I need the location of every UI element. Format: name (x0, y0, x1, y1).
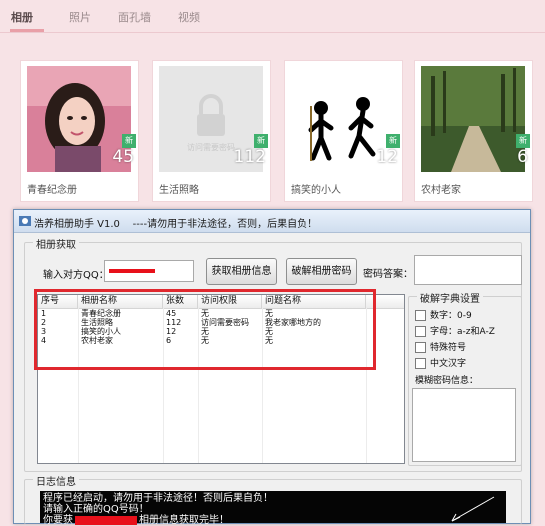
tab-face-wall[interactable]: 面孔墙 (118, 9, 151, 25)
new-badge: 新 (386, 134, 400, 148)
photo-count: 45 (112, 147, 134, 167)
app-window: 浩养相册助手 V1.0 ----请勿用于非法途径，否则，后果自负！ 相册获取 输… (13, 209, 531, 526)
answer-field[interactable] (414, 255, 522, 285)
log-line: 你要获 相册信息获取完毕！ (43, 515, 229, 526)
new-badge: 新 (122, 134, 136, 148)
album-name[interactable]: 搞笑的小人 (291, 181, 341, 196)
new-badge: 新 (516, 134, 530, 148)
photo-count: 6 (517, 147, 528, 167)
window-title: 浩养相册助手 V1.0 ----请勿用于非法途径，否则，后果自负！ (34, 219, 318, 230)
checkbox-box (415, 342, 426, 353)
album-name[interactable]: 生活照略 (159, 181, 199, 196)
app-icon (19, 216, 31, 226)
tab-videos[interactable]: 视频 (178, 9, 200, 25)
album-card-2[interactable]: 访问需要密码 新 112 生活照略 (152, 60, 271, 202)
album-name[interactable]: 青春纪念册 (27, 181, 77, 196)
highlight-annotation (34, 289, 376, 370)
group-label: 破解字典设置 (417, 290, 483, 305)
redaction-mark (109, 269, 155, 273)
active-tab-indicator (10, 29, 44, 32)
tab-albums[interactable]: 相册 (11, 9, 33, 25)
album-cover (421, 66, 525, 172)
album-card-1[interactable]: 新 45 青春纪念册 (20, 60, 139, 202)
qq-input[interactable] (104, 260, 194, 282)
fuzzy-label: 模糊密码信息： (415, 376, 479, 386)
album-tabs: 相册 照片 面孔墙 视频 (0, 0, 545, 33)
symbols-checkbox[interactable]: 特殊符号 (415, 340, 466, 353)
chinese-checkbox[interactable]: 中文汉字 (415, 356, 466, 369)
log-console[interactable]: 程序已经启动，请勿用于非法途径！否则后果自负！ 请输入正确的QQ号码！ 你要获相… (40, 491, 506, 526)
answer-label: 密码答案： (363, 269, 413, 280)
digits-checkbox[interactable]: 数字：0-9 (415, 308, 472, 321)
new-badge: 新 (254, 134, 268, 148)
photo-count: 112 (233, 147, 266, 167)
log-line: 程序已经启动，请勿用于非法途径！否则后果自负！ (43, 493, 273, 504)
qq-label: 输入对方QQ： (43, 270, 109, 281)
crack-password-button[interactable]: 破解相册密码 (286, 258, 357, 285)
checkbox-box (415, 326, 426, 337)
album-card-4[interactable]: 新 6 农村老家 (414, 60, 533, 202)
photo-count: 12 (376, 147, 398, 167)
cursor-icon (451, 496, 495, 522)
log-line: 请输入正确的QQ号码！ (43, 504, 149, 515)
fetch-album-button[interactable]: 获取相册信息 (206, 258, 277, 285)
checkbox-box (415, 358, 426, 369)
fuzzy-password-input[interactable] (412, 388, 516, 462)
checkbox-box (415, 310, 426, 321)
letters-checkbox[interactable]: 字母：a-z和A-Z (415, 324, 495, 337)
album-name[interactable]: 农村老家 (421, 181, 461, 196)
title-bar[interactable]: 浩养相册助手 V1.0 ----请勿用于非法途径，否则，后果自负！ (14, 210, 530, 233)
tab-photos[interactable]: 照片 (69, 9, 91, 25)
group-label: 相册获取 (33, 236, 79, 251)
album-card-3[interactable]: 新 12 搞笑的小人 (284, 60, 403, 202)
group-label: 日志信息 (33, 473, 79, 488)
